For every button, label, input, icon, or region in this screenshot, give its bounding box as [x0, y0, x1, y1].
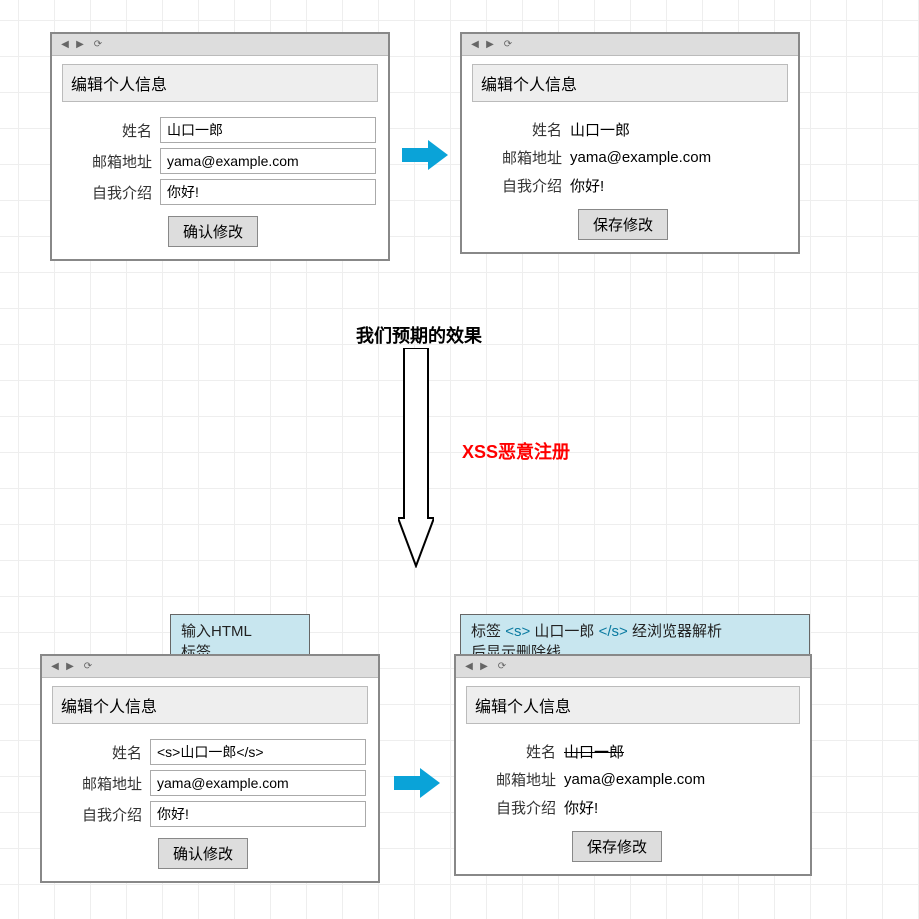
input-bio[interactable]: [150, 801, 366, 827]
callout-right-post: 经浏览器解析: [632, 623, 722, 640]
refresh-icon: ⟳: [495, 661, 509, 673]
callout-left-line1: 输入HTML: [181, 623, 252, 640]
label-name: 姓名: [64, 120, 160, 141]
form-title: 编辑个人信息: [52, 686, 368, 724]
label-bio: 自我介绍: [468, 797, 564, 818]
input-bio[interactable]: [160, 179, 376, 205]
save-button[interactable]: 保存修改: [578, 209, 668, 240]
label-email: 邮箱地址: [474, 147, 570, 168]
nav-back-icon: ◀: [468, 39, 482, 51]
confirm-button[interactable]: 确认修改: [158, 838, 248, 869]
nav-fwd-icon: ▶: [483, 39, 497, 51]
label-bio: 自我介绍: [64, 182, 160, 203]
refresh-icon: ⟳: [91, 39, 105, 51]
input-name[interactable]: [150, 739, 366, 765]
save-button[interactable]: 保存修改: [572, 831, 662, 862]
value-bio: 你好!: [564, 795, 798, 820]
label-name: 姓名: [474, 119, 570, 140]
label-name: 姓名: [468, 741, 564, 762]
label-email: 邮箱地址: [64, 151, 160, 172]
flow-arrow-down-icon: [398, 348, 434, 568]
window-confirm-xss: ◀ ▶ ⟳ 编辑个人信息 姓名 山口一郎 邮箱地址 yama@example.c…: [454, 654, 812, 876]
window-edit-xss: ◀ ▶ ⟳ 编辑个人信息 姓名 邮箱地址 自我介绍 确认修改: [40, 654, 380, 883]
callout-right-tag-open: <s>: [505, 623, 530, 640]
label-email: 邮箱地址: [54, 773, 150, 794]
nav-fwd-icon: ▶: [477, 661, 491, 673]
callout-right-tag-close: </s>: [599, 623, 628, 640]
label-bio: 自我介绍: [474, 175, 570, 196]
window-titlebar: ◀ ▶ ⟳: [456, 656, 810, 678]
window-confirm-expected: ◀ ▶ ⟳ 编辑个人信息 姓名 山口一郎 邮箱地址 yama@example.c…: [460, 32, 800, 254]
input-name[interactable]: [160, 117, 376, 143]
form-title: 编辑个人信息: [62, 64, 378, 102]
nav-back-icon: ◀: [48, 661, 62, 673]
value-email: yama@example.com: [564, 769, 798, 790]
nav-back-icon: ◀: [462, 661, 476, 673]
nav-fwd-icon: ▶: [63, 661, 77, 673]
window-titlebar: ◀ ▶ ⟳: [52, 34, 388, 56]
flow-arrow-icon: [394, 768, 440, 798]
window-titlebar: ◀ ▶ ⟳: [42, 656, 378, 678]
value-email: yama@example.com: [570, 147, 786, 168]
window-titlebar: ◀ ▶ ⟳: [462, 34, 798, 56]
value-name: 山口一郎: [570, 117, 786, 142]
nav-fwd-icon: ▶: [73, 39, 87, 51]
label-bio: 自我介绍: [54, 804, 150, 825]
form-title: 编辑个人信息: [472, 64, 788, 102]
refresh-icon: ⟳: [501, 39, 515, 51]
refresh-icon: ⟳: [81, 661, 95, 673]
nav-back-icon: ◀: [58, 39, 72, 51]
callout-right-name: 山口一郎: [534, 623, 594, 640]
flow-arrow-icon: [402, 140, 448, 170]
expected-label: 我们预期的效果: [356, 322, 482, 348]
label-name: 姓名: [54, 742, 150, 763]
confirm-button[interactable]: 确认修改: [168, 216, 258, 247]
value-name-struck: 山口一郎: [564, 739, 798, 764]
callout-right-pre: 标签: [471, 623, 501, 640]
form-title: 编辑个人信息: [466, 686, 800, 724]
window-edit-expected: ◀ ▶ ⟳ 编辑个人信息 姓名 邮箱地址 自我介绍 确认修改: [50, 32, 390, 261]
input-email[interactable]: [160, 148, 376, 174]
value-bio: 你好!: [570, 173, 786, 198]
label-email: 邮箱地址: [468, 769, 564, 790]
input-email[interactable]: [150, 770, 366, 796]
xss-label: XSS恶意注册: [462, 438, 570, 464]
